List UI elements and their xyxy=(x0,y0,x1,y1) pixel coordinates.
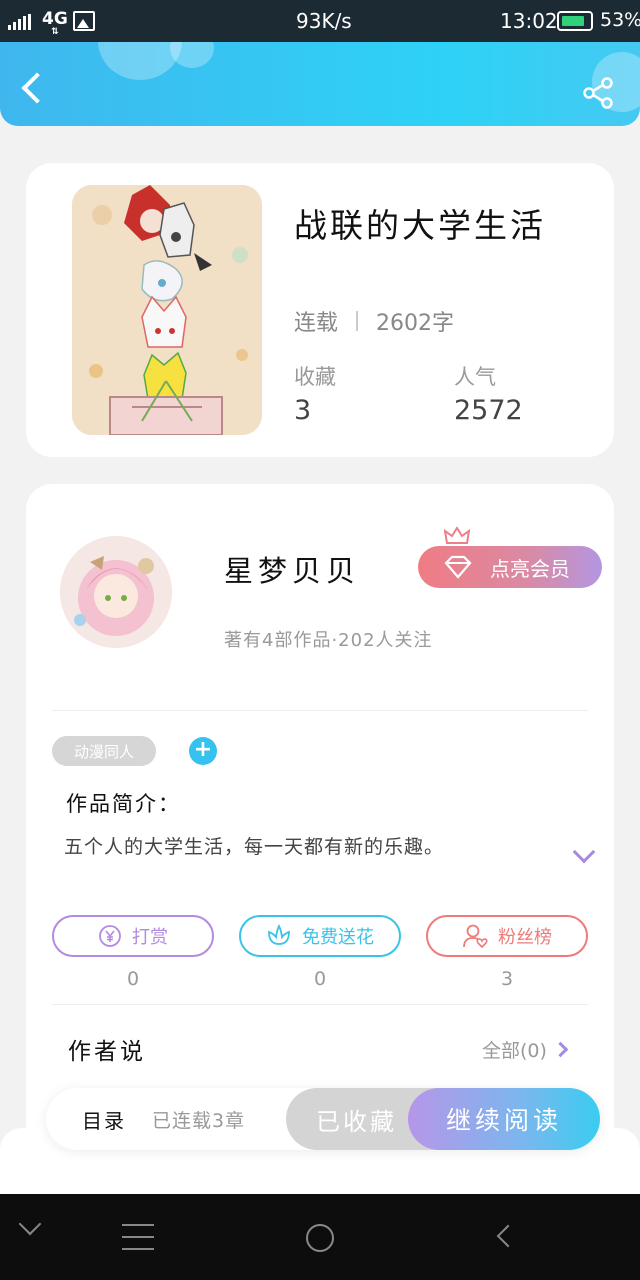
clock: 13:02 xyxy=(500,9,558,33)
reward-label: 打赏 xyxy=(132,927,168,948)
author-says-heading: 作者说 xyxy=(68,1039,146,1065)
divider xyxy=(52,1004,588,1005)
popularity-value: 2572 xyxy=(454,395,523,426)
divider xyxy=(52,710,588,711)
diamond-icon xyxy=(444,555,472,579)
fan-ranking-label: 粉丝榜 xyxy=(498,927,552,948)
crown-icon xyxy=(443,526,471,546)
fan-heart-icon xyxy=(462,923,488,949)
flower-count: 0 xyxy=(313,968,327,990)
expand-chevron-icon[interactable] xyxy=(572,840,596,864)
reward-count: 0 xyxy=(126,968,140,990)
network-speed: 93K/s xyxy=(296,9,352,33)
book-status-row: 连载 2602字 xyxy=(294,305,454,337)
book-title: 战联的大学生活 xyxy=(294,206,546,245)
nav-menu-icon[interactable] xyxy=(122,1224,154,1250)
system-nav-bar xyxy=(0,1194,640,1280)
serial-status: 连载 xyxy=(294,311,339,336)
author-avatar[interactable] xyxy=(60,536,172,648)
favorites-label: 收藏 xyxy=(294,365,336,389)
nav-collapse-icon[interactable] xyxy=(18,1212,42,1236)
nav-home-icon[interactable] xyxy=(306,1224,334,1252)
signal-icon xyxy=(8,14,31,30)
fan-count: 3 xyxy=(500,968,514,990)
table-of-contents-button[interactable]: 目录 xyxy=(82,1105,126,1134)
all-link-label: 全部(0) xyxy=(482,1040,547,1062)
nav-back-icon[interactable] xyxy=(496,1224,520,1248)
battery-percent: 53% xyxy=(600,9,640,31)
reading-action-bar: 目录 已连载3章 已收藏 继续阅读 xyxy=(46,1088,600,1150)
book-info-card: 战联的大学生活 连载 2602字 收藏 3 人气 2572 xyxy=(26,163,614,457)
chevron-right-icon xyxy=(552,1041,569,1058)
battery-icon xyxy=(557,11,593,31)
image-notification-icon xyxy=(73,11,95,31)
share-icon[interactable] xyxy=(582,76,616,110)
network-type: 4G ⇅ xyxy=(42,9,68,37)
send-flower-button[interactable]: 免费送花 xyxy=(239,915,401,957)
yen-coin-icon xyxy=(98,924,122,948)
favorites-value: 3 xyxy=(294,395,312,426)
book-cover-image[interactable] xyxy=(72,185,262,435)
app-header xyxy=(0,42,640,126)
vip-membership-button[interactable]: 点亮会员 xyxy=(418,546,602,588)
flower-icon xyxy=(266,924,292,948)
send-flower-label: 免费送花 xyxy=(302,927,374,948)
author-meta: 著有4部作品·202人关注 xyxy=(224,630,433,651)
intro-label: 作品简介： xyxy=(66,792,181,816)
reward-button[interactable]: 打赏 xyxy=(52,915,214,957)
author-name: 星梦贝贝 xyxy=(224,554,361,588)
status-bar: 4G ⇅ 93K/s 13:02 53% xyxy=(0,0,640,42)
intro-text: 五个人的大学生活，每一天都有新的乐趣。 xyxy=(64,836,445,858)
vip-button-label: 点亮会员 xyxy=(490,556,570,581)
popularity-label: 人气 xyxy=(454,365,496,389)
back-button[interactable] xyxy=(20,70,48,104)
continue-reading-button[interactable]: 继续阅读 xyxy=(408,1088,600,1150)
author-says-all-link[interactable]: 全部(0) xyxy=(482,1036,569,1063)
genre-tag[interactable]: 动漫同人 xyxy=(52,736,156,766)
word-count: 2602字 xyxy=(376,311,455,336)
add-tag-button[interactable]: + xyxy=(189,737,217,765)
fan-ranking-button[interactable]: 粉丝榜 xyxy=(426,915,588,957)
chapter-count: 已连载3章 xyxy=(152,1110,246,1132)
